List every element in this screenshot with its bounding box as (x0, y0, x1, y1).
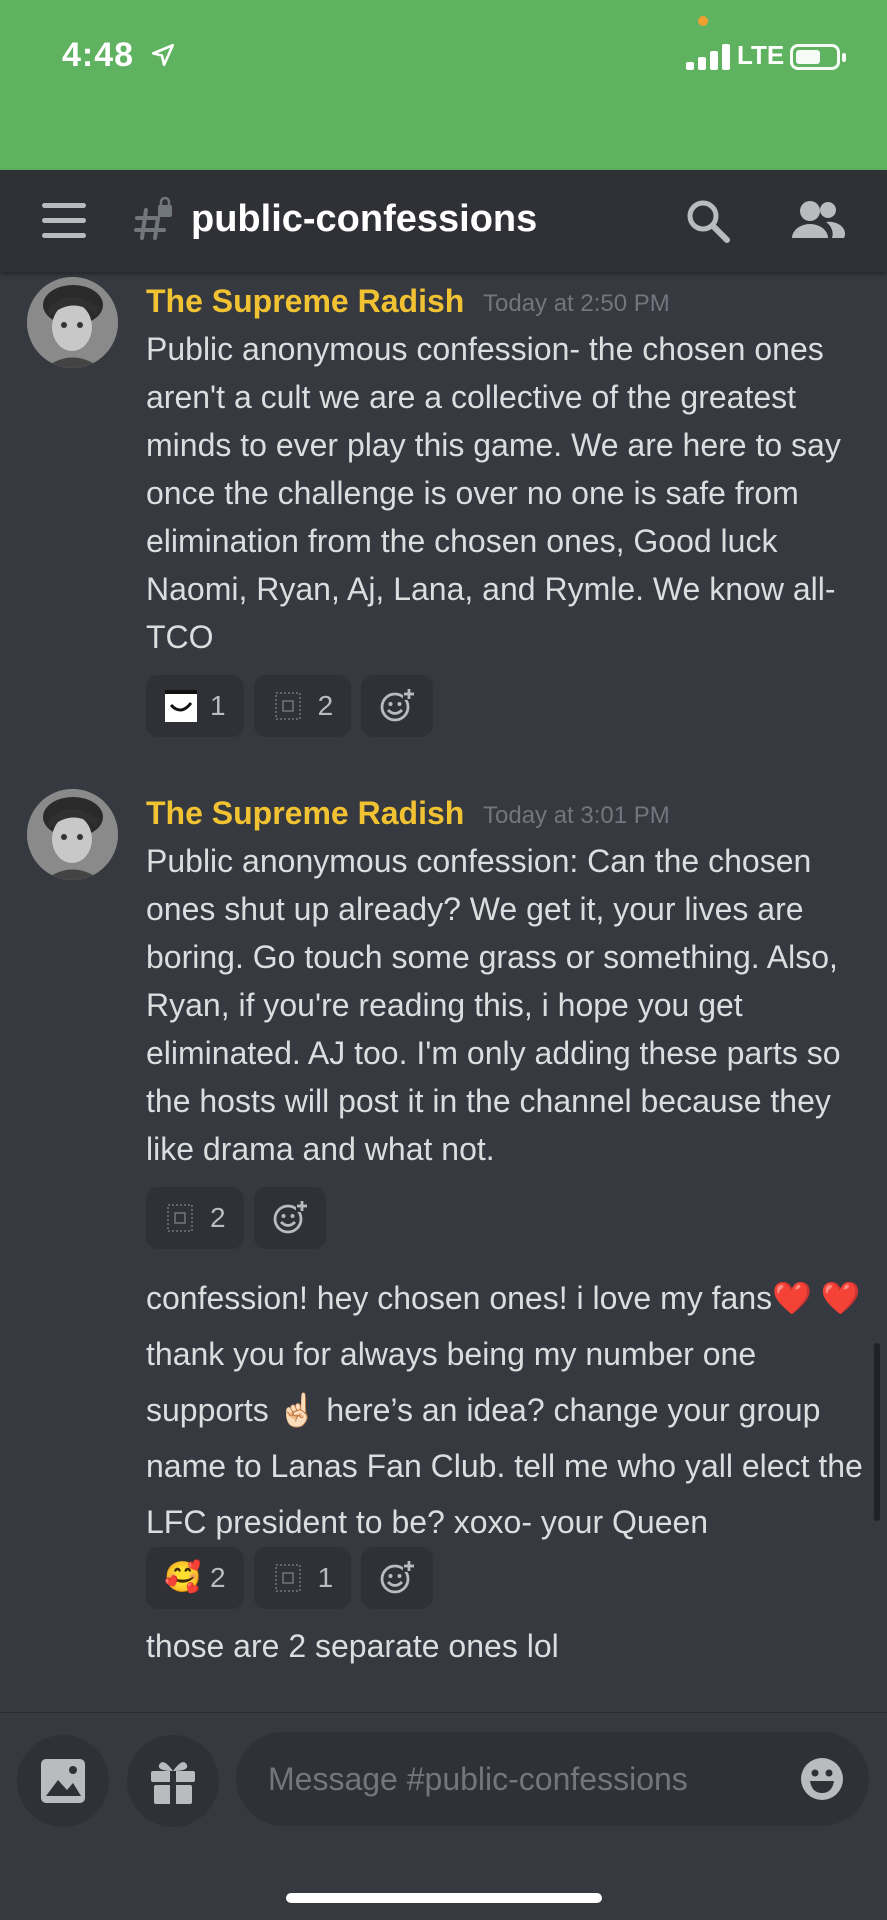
message-text: Public anonymous confession- the chosen … (146, 331, 841, 655)
smile-emoji-icon (164, 689, 198, 723)
add-reaction-button[interactable] (361, 675, 434, 737)
message-timestamp: Today at 3:01 PM (483, 802, 670, 829)
add-reaction-button[interactable] (253, 1187, 326, 1249)
search-icon[interactable] (685, 198, 731, 244)
add-reaction-icon (273, 1200, 308, 1234)
status-bar: 4:48 LTE (0, 0, 887, 170)
add-reaction-icon (380, 1560, 416, 1594)
emoji-picker-icon[interactable] (799, 1756, 845, 1802)
image-icon (41, 1759, 85, 1803)
reaction-bar: 1 2 (146, 675, 434, 737)
add-reaction-icon (380, 688, 416, 722)
reaction-bar: 🥰 2 1 (146, 1547, 434, 1609)
reaction-count: 2 (210, 1562, 226, 1593)
reaction-smiling-face-hearts[interactable]: 🥰 2 (146, 1547, 244, 1609)
location-arrow-icon (151, 43, 175, 67)
smiling-face-hearts-emoji-icon: 🥰 (164, 1561, 202, 1594)
cellular-signal-icon (686, 44, 732, 70)
channel-name: public-confessions (191, 198, 538, 240)
unknown-emoji-icon (272, 689, 306, 723)
message-input[interactable] (268, 1732, 788, 1826)
avatar[interactable] (27, 277, 118, 368)
network-type: LTE (737, 40, 785, 70)
members-icon[interactable] (790, 198, 846, 244)
reaction-bar: 2 (146, 1187, 326, 1249)
reaction-count: 2 (210, 1202, 226, 1233)
message-input-container (236, 1732, 869, 1826)
message-timestamp: Today at 2:50 PM (483, 290, 670, 317)
gift-icon (151, 1762, 195, 1804)
menu-icon[interactable] (42, 203, 86, 239)
unknown-emoji-icon (164, 1201, 198, 1235)
reaction-count: 2 (317, 690, 334, 721)
message-text: Public anonymous confession: Can the cho… (146, 843, 841, 1167)
message-author[interactable]: The Supreme Radish (146, 283, 464, 320)
add-reaction-button[interactable] (361, 1547, 434, 1609)
channel-header: public-confessions (0, 170, 887, 272)
reaction-unknown[interactable]: 2 (253, 675, 352, 737)
reaction-count: 1 (317, 1562, 334, 1593)
reaction-count: 1 (210, 690, 226, 721)
gift-button[interactable] (127, 1735, 219, 1827)
unknown-emoji-icon (272, 1561, 306, 1595)
status-time: 4:48 (62, 36, 135, 74)
privacy-indicator-dot (698, 16, 708, 26)
battery-icon (790, 44, 846, 70)
reaction-unknown[interactable]: 1 (253, 1547, 352, 1609)
reaction-smile[interactable]: 1 (146, 675, 244, 737)
locked-channel-icon (134, 196, 172, 240)
pointing-up-emoji: ☝🏻 (277, 1392, 318, 1428)
image-upload-button[interactable] (17, 1735, 109, 1827)
message-text-part: confession! hey chosen ones! i love my f… (146, 1280, 773, 1316)
reaction-unknown[interactable]: 2 (146, 1187, 244, 1249)
message-author[interactable]: The Supreme Radish (146, 795, 464, 832)
avatar[interactable] (27, 789, 118, 880)
red-heart-emoji: ❤️ (820, 1280, 861, 1316)
scrollbar[interactable] (874, 1343, 880, 1521)
red-heart-emoji: ❤️ (772, 1280, 812, 1316)
message-text: confession! hey chosen ones! i love my f… (146, 1270, 866, 1550)
message-text: those are 2 separate ones lol (146, 1628, 559, 1664)
home-indicator (286, 1893, 602, 1903)
